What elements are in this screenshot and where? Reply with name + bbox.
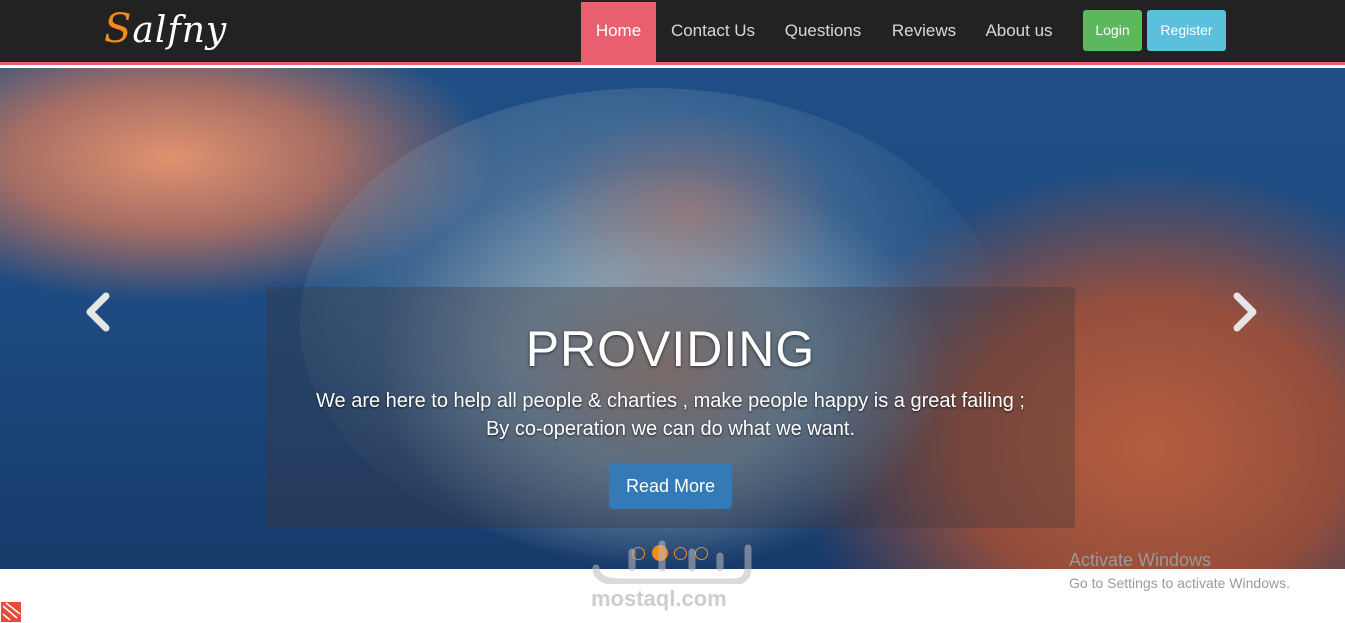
logo-initial: S <box>104 6 133 52</box>
hero-image-globe-detail <box>540 108 840 308</box>
register-button[interactable]: Register <box>1147 10 1226 51</box>
watermark-logo-icon <box>592 540 752 584</box>
carousel-prev-control[interactable] <box>80 288 120 338</box>
hero-text-line-2: By co-operation we can do what we want. <box>485 418 856 440</box>
brand-logo[interactable]: Salfny <box>104 6 227 52</box>
nav-home[interactable]: Home <box>581 2 656 62</box>
watermark-text: mostaql.com <box>591 586 727 611</box>
login-button[interactable]: Login <box>1083 10 1142 51</box>
hero-text-line-1: We are here to help all people & chartie… <box>316 390 1025 412</box>
read-more-button[interactable]: Read More <box>609 463 732 509</box>
activate-windows-subtitle: Go to Settings to activate Windows. <box>1069 575 1290 591</box>
logo-text: alfny <box>132 10 228 51</box>
app-corner-icon[interactable] <box>0 600 28 623</box>
carousel-next-control[interactable] <box>1223 288 1263 338</box>
nav-about-us[interactable]: About us <box>974 2 1064 62</box>
nav-reviews[interactable]: Reviews <box>880 2 968 62</box>
chevron-right-icon <box>1233 292 1257 332</box>
top-navbar: Salfny Home Contact Us Questions Reviews… <box>0 0 1345 62</box>
hero-carousel: PROVIDING We are here to help all people… <box>0 68 1345 569</box>
chevron-left-icon <box>86 292 110 332</box>
hero-title: PROVIDING <box>525 321 816 377</box>
nav-questions[interactable]: Questions <box>772 2 874 62</box>
nav-contact-us[interactable]: Contact Us <box>660 2 766 62</box>
activate-windows-title: Activate Windows <box>1069 550 1212 570</box>
